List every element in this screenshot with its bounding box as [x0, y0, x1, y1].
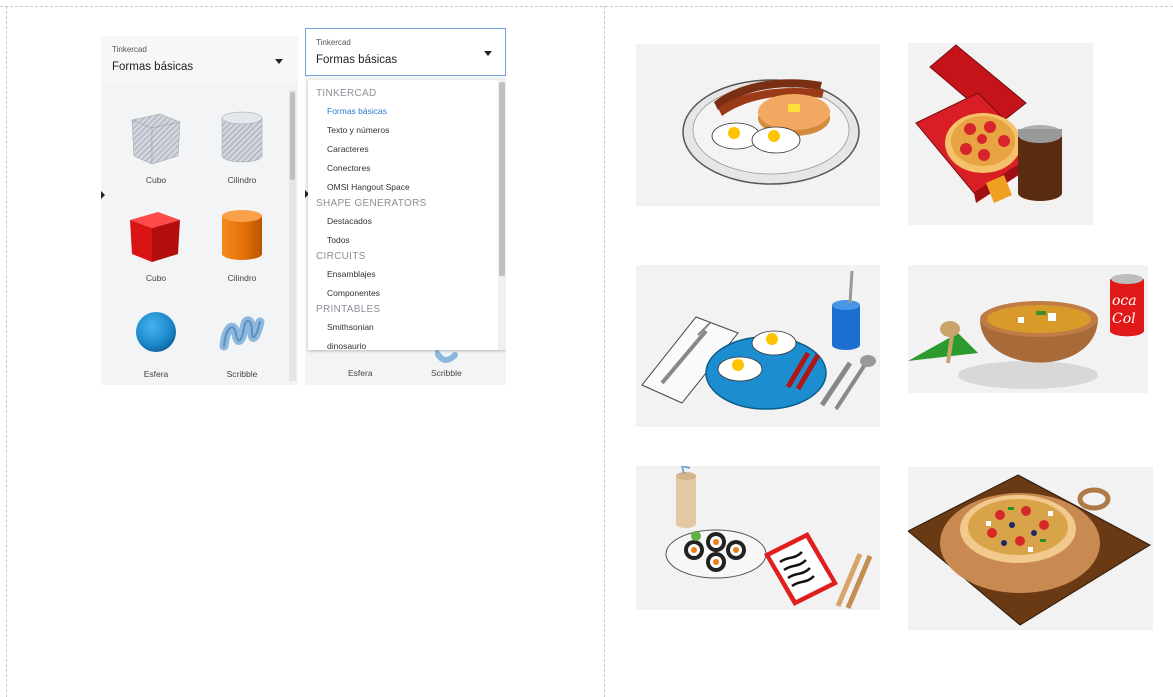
selected-category: Formas básicas	[112, 61, 194, 73]
shape-label: Esfera	[143, 369, 169, 379]
pizza-board-image	[908, 474, 1152, 626]
dropdown-item-texto-numeros[interactable]: Texto y números	[308, 125, 498, 135]
category-dropdown[interactable]: TINKERCAD Formas básicas Texto y números…	[308, 80, 506, 351]
scrollbar-thumb[interactable]	[290, 92, 295, 180]
gallery-breakfast-plate	[636, 44, 880, 206]
section-heading-shape-generators: SHAPE GENERATORS	[316, 198, 427, 209]
sushi-image	[665, 466, 873, 609]
dropdown-item-smithsonian[interactable]: Smithsonian	[308, 322, 498, 332]
cube-red-icon	[130, 212, 180, 262]
shape-label: Cubo	[145, 273, 167, 283]
shape-label-sphere[interactable]: Esfera	[348, 368, 373, 378]
dropdown-item-todos[interactable]: Todos	[308, 235, 498, 245]
shape-cylinder-orange[interactable]: Cilindro	[212, 204, 272, 294]
selected-category: Formas básicas	[316, 54, 398, 66]
section-heading-circuits: CIRCUITS	[316, 251, 366, 262]
dropdown-item-formas-basicas[interactable]: Formas básicas	[308, 106, 498, 116]
cylinder-orange-icon	[222, 210, 262, 260]
place-setting-image	[641, 270, 876, 411]
expand-arrow-icon[interactable]	[101, 191, 105, 199]
dropdown-item-caracteres[interactable]: Caracteres	[308, 144, 498, 154]
scrollbar[interactable]	[289, 90, 296, 381]
soup-bowl-image: oca Col	[908, 274, 1144, 389]
shape-cube-striped[interactable]: Cubo	[126, 106, 186, 196]
category-selector[interactable]: Tinkercad Formas básicas	[101, 36, 298, 82]
gallery-soup-bowl: oca Col	[908, 265, 1148, 393]
scribble-icon	[219, 316, 265, 351]
dropdown-item-componentes[interactable]: Componentes	[308, 288, 498, 298]
dropdown-scrollbar-thumb[interactable]	[499, 82, 505, 276]
chevron-down-icon[interactable]	[275, 59, 283, 64]
cola-label-icon: Col	[1112, 311, 1136, 327]
pizza-box-image	[915, 44, 1062, 203]
gallery-place-setting	[636, 265, 880, 427]
app-label: Tinkercad	[112, 45, 147, 54]
gallery-pizza-board	[908, 467, 1153, 630]
center-divider	[604, 6, 605, 697]
category-selector[interactable]: Tinkercad Formas básicas	[305, 28, 506, 76]
cola-label-icon: oca	[1112, 293, 1137, 309]
dropdown-item-dinosaurio[interactable]: dinosaurio	[308, 341, 498, 351]
shape-label: Cilindro	[227, 175, 257, 185]
dropdown-item-omsi-hangout[interactable]: OMSI Hangout Space	[308, 182, 498, 192]
gallery-pizza-box	[908, 43, 1093, 225]
shape-cylinder-striped[interactable]: Cilindro	[212, 106, 272, 196]
cylinder-striped-icon	[221, 111, 263, 163]
dropdown-item-destacados[interactable]: Destacados	[308, 216, 498, 226]
section-heading-tinkercad: TINKERCAD	[316, 88, 377, 99]
dropdown-item-conectores[interactable]: Conectores	[308, 163, 498, 173]
chevron-down-icon[interactable]	[484, 51, 492, 56]
shape-cube-red[interactable]: Cubo	[126, 204, 186, 294]
scribble-icon	[435, 350, 458, 363]
breakfast-plate-image	[682, 79, 860, 185]
dropdown-item-ensamblajes[interactable]: Ensamblajes	[308, 269, 498, 279]
app-label: Tinkercad	[316, 38, 351, 47]
shape-label: Cubo	[145, 175, 167, 185]
shape-label-scribble[interactable]: Scribble	[431, 368, 462, 378]
left-divider	[6, 6, 7, 697]
sphere-blue-icon	[136, 312, 176, 352]
shapes-panel-collapsed: Tinkercad Formas básicas Cubo Cilindro C…	[101, 36, 298, 385]
dropdown-scrollbar[interactable]	[498, 80, 506, 350]
cube-striped-icon	[131, 113, 181, 165]
shapes-panel-expanded: Tinkercad Formas básicas Esfera Scribble…	[305, 28, 506, 385]
shape-scribble[interactable]: Scribble	[212, 300, 272, 385]
shape-label: Scribble	[226, 369, 258, 379]
shape-sphere[interactable]: Esfera	[126, 300, 186, 385]
gallery-sushi	[636, 466, 880, 610]
shape-label: Cilindro	[227, 273, 257, 283]
section-heading-printables: PRINTABLES	[316, 304, 381, 315]
